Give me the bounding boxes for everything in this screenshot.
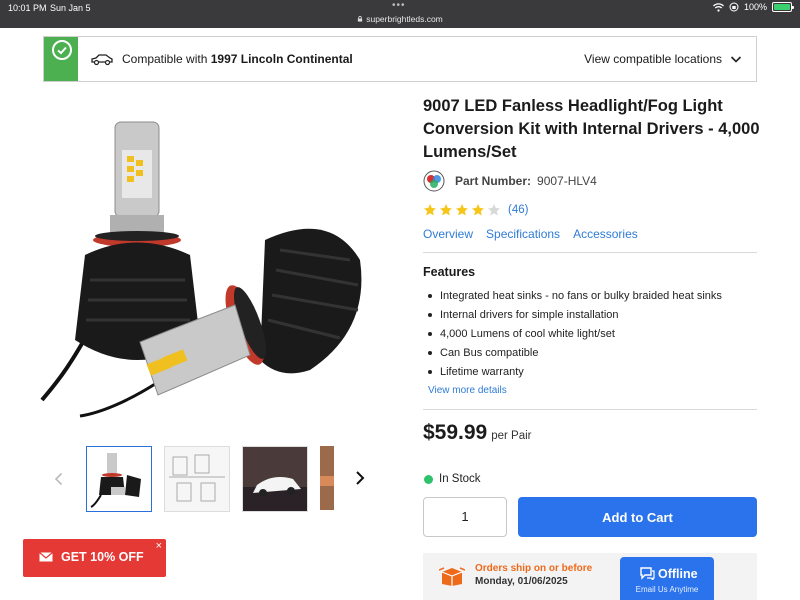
chat-status: Offline [658, 567, 698, 581]
feature-item: Lifetime warranty [423, 365, 757, 384]
chat-offline-button[interactable]: Offline Email Us Anytime [620, 557, 714, 600]
chat-bubble-icon [640, 567, 655, 580]
compat-text: Compatible with 1997 Lincoln Continental [122, 52, 353, 66]
tab-overview[interactable]: Overview [423, 227, 473, 241]
part-number-row: Part Number: 9007-HLV4 [423, 170, 597, 192]
feature-item: Integrated heat sinks - no fans or bulky… [423, 289, 757, 308]
star-icon [440, 204, 452, 216]
tab-accessories[interactable]: Accessories [573, 227, 638, 241]
status-time: 10:01 PM [8, 3, 47, 13]
shipping-box-icon [439, 567, 465, 586]
quantity-input[interactable]: 1 [423, 497, 507, 537]
wifi-icon [713, 2, 724, 12]
feature-item: 4,000 Lumens of cool white light/set [423, 327, 757, 346]
feature-item: Internal drivers for simple installation [423, 308, 757, 327]
star-icon [472, 204, 484, 216]
car-icon [91, 54, 113, 66]
status-right: 100% [713, 2, 794, 12]
divider [423, 409, 757, 410]
ship-by-label: Orders ship on or before [475, 563, 593, 574]
star-empty-icon [488, 204, 500, 216]
chevron-right-icon[interactable] [353, 470, 367, 486]
price: $59.99 per Pair [423, 421, 532, 445]
lock-icon [358, 16, 363, 22]
tab-specifications[interactable]: Specifications [486, 227, 560, 241]
star-icon [424, 204, 436, 216]
thumbnail-2-image [165, 447, 229, 511]
view-more-details-link[interactable]: View more details [428, 385, 507, 396]
thumbnail-1[interactable] [86, 446, 152, 512]
address-url: superbrightleds.com [366, 14, 443, 24]
compatibility-banner[interactable]: Compatible with 1997 Lincoln Continental… [43, 36, 757, 82]
part-number-value: 9007-HLV4 [537, 174, 597, 188]
feature-item: Can Bus compatible [423, 346, 757, 365]
add-to-cart-button[interactable]: Add to Cart [518, 497, 757, 537]
promo-label: GET 10% OFF [61, 550, 144, 564]
features-heading: Features [423, 265, 476, 279]
part-number-label: Part Number: [455, 174, 532, 188]
stock-text: In Stock [439, 473, 481, 485]
rating[interactable]: (46) [423, 203, 528, 217]
status-date: Sun Jan 5 [50, 3, 91, 13]
browser-menu-dots[interactable]: ••• [392, 0, 406, 11]
product-tabs: Overview Specifications Accessories [423, 227, 638, 241]
thumbnail-carousel [43, 444, 373, 514]
battery-icon [772, 2, 794, 12]
address-bar[interactable]: superbrightleds.com [0, 14, 800, 24]
in-stock-dot-icon [424, 474, 433, 484]
chevron-down-icon[interactable] [730, 53, 742, 65]
chevron-left-icon[interactable] [53, 472, 65, 486]
orientation-lock-icon [729, 2, 739, 12]
thumbnail-4[interactable] [320, 446, 334, 512]
view-compatible-locations[interactable]: View compatible locations [584, 52, 722, 66]
review-count[interactable]: (46) [508, 204, 528, 216]
thumbnail-2[interactable] [164, 446, 230, 512]
product-title: 9007 LED Fanless Headlight/Fog Light Con… [423, 97, 760, 161]
bulb-upright [75, 121, 200, 360]
thumbnail-1-image [90, 453, 141, 508]
features-list: Integrated heat sinks - no fans or bulky… [423, 289, 757, 384]
envelope-icon [39, 552, 53, 562]
chat-sub: Email Us Anytime [635, 585, 699, 594]
product-main-image[interactable] [40, 110, 380, 420]
compat-vehicle: 1997 Lincoln Continental [210, 52, 353, 66]
star-icon [456, 204, 468, 216]
compat-check-area [44, 37, 78, 81]
thumbnail-3-image [243, 447, 307, 511]
price-unit: per Pair [491, 430, 532, 442]
thumbnail-4-image [320, 446, 334, 510]
stock-status: In Stock [424, 473, 481, 485]
thumbnail-3[interactable] [242, 446, 308, 512]
status-bar: 10:01 PM Sun Jan 5 ••• superbrightleds.c… [0, 0, 800, 28]
brand-logo-icon [423, 170, 445, 192]
price-amount: $59.99 [423, 421, 488, 444]
divider [423, 252, 757, 253]
compat-prefix: Compatible with [122, 52, 211, 66]
battery-percent: 100% [743, 2, 767, 12]
check-circle-icon [52, 40, 72, 60]
ship-by-date: Monday, 01/06/2025 [475, 576, 568, 587]
promo-banner[interactable]: GET 10% OFF × [23, 539, 166, 577]
close-icon[interactable]: × [156, 540, 162, 552]
